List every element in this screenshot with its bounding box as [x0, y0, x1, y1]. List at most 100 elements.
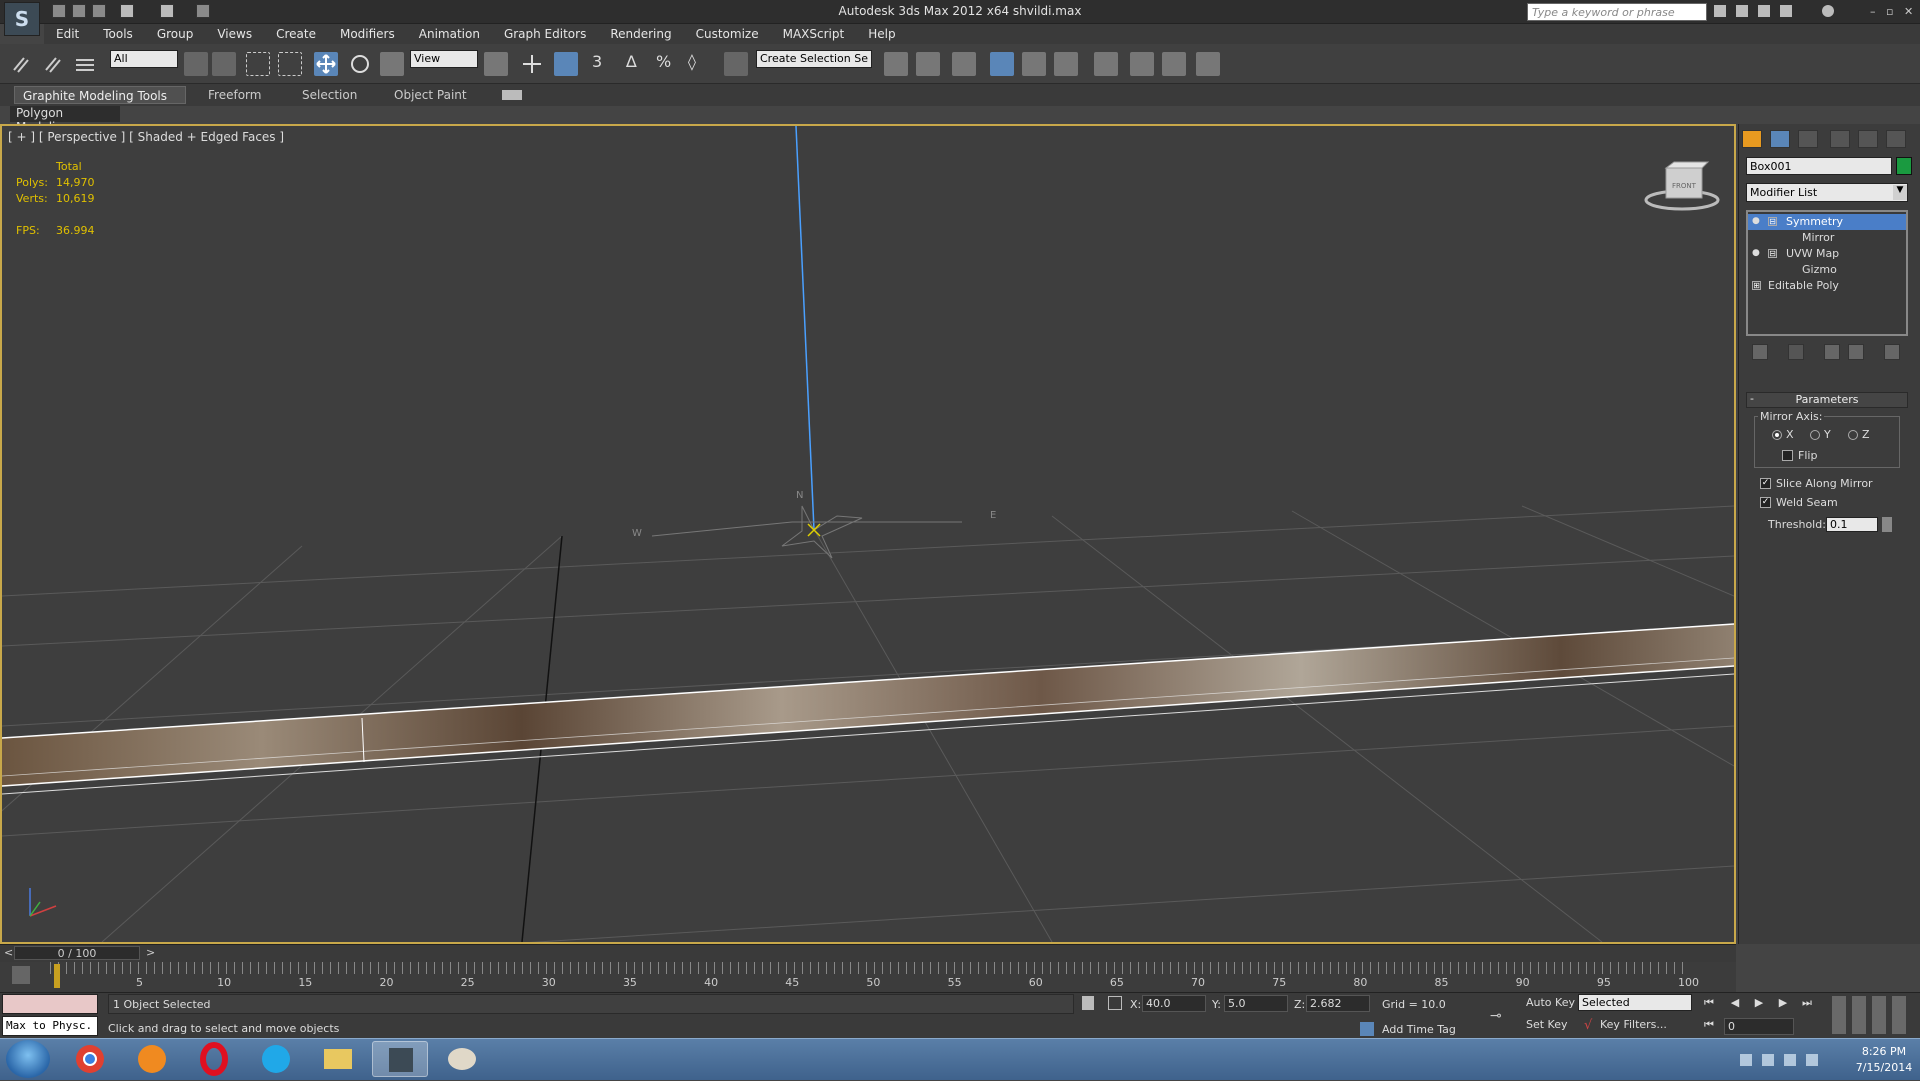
opera-taskbar-icon[interactable] [186, 1041, 242, 1077]
graphite-toggle-icon[interactable] [990, 52, 1014, 76]
firefox-taskbar-icon[interactable] [124, 1041, 180, 1077]
weld-seam-checkbox[interactable]: ✓ [1760, 497, 1771, 508]
axis-x-radio[interactable] [1772, 430, 1782, 440]
threshold-spinner[interactable]: 0.1 [1826, 517, 1878, 532]
display-tab-icon[interactable] [1858, 130, 1878, 148]
volume-icon[interactable] [1806, 1054, 1818, 1066]
taskbar-clock[interactable]: 8:26 PM 7/15/2014 [1854, 1044, 1914, 1076]
explorer-taskbar-icon[interactable] [310, 1041, 366, 1077]
render-setup-icon[interactable] [1130, 52, 1154, 76]
expand-icon[interactable]: ⊟ [1768, 217, 1777, 226]
menu-graph-editors[interactable]: Graph Editors [492, 27, 598, 41]
utilities-tab-icon[interactable] [1886, 130, 1906, 148]
expand-icon[interactable]: ⊟ [1768, 249, 1777, 258]
spinner-snap-icon[interactable]: ◊ [688, 52, 712, 76]
viewcube[interactable]: FRONT [1644, 161, 1720, 211]
layer-manager-icon[interactable] [952, 52, 976, 76]
auto-key-button[interactable]: Auto Key [1526, 996, 1576, 1014]
tab-graphite-modeling-tools[interactable]: Graphite Modeling Tools [14, 86, 186, 104]
object-color-swatch[interactable] [1896, 157, 1912, 175]
time-slider[interactable] [0, 944, 1736, 962]
next-frame-icon[interactable]: ▶ [1774, 996, 1792, 1012]
maxscript-mini-listener[interactable]: Max to Physc. [2, 1016, 98, 1036]
snaps-toggle-icon[interactable]: 3 [592, 52, 616, 76]
save-file-icon[interactable] [92, 4, 106, 18]
pin-stack-icon[interactable] [1752, 344, 1768, 360]
start-button[interactable] [6, 1040, 50, 1078]
mini-curve-editor-icon[interactable] [12, 966, 30, 984]
menu-help[interactable]: Help [856, 27, 907, 41]
menu-edit[interactable]: Edit [44, 27, 91, 41]
angle-snap-icon[interactable]: ∆ [626, 52, 650, 76]
previous-frame-icon[interactable]: ◀ [1726, 996, 1744, 1012]
menu-create[interactable]: Create [264, 27, 328, 41]
keyboard-shortcut-override-icon[interactable] [554, 52, 578, 76]
stack-item-editable-poly[interactable]: ⊞ Editable Poly [1748, 278, 1906, 294]
current-frame-marker[interactable] [54, 964, 60, 988]
help-search-input[interactable]: Type a keyword or phrase [1527, 3, 1707, 21]
skype-taskbar-icon[interactable] [248, 1041, 304, 1077]
add-time-tag-button[interactable]: Add Time Tag [1382, 1023, 1456, 1036]
manipulate-icon[interactable] [520, 52, 544, 76]
show-end-result-icon[interactable] [1788, 344, 1804, 360]
branch-object[interactable] [2, 623, 1734, 795]
slice-along-mirror-checkbox[interactable]: ✓ [1760, 478, 1771, 489]
configure-sets-icon[interactable] [1884, 344, 1900, 360]
create-tab-icon[interactable] [1742, 130, 1762, 148]
ribbon-options-icon[interactable] [502, 90, 522, 100]
key-selection-dropdown[interactable]: Selected [1578, 994, 1692, 1011]
curve-editor-icon[interactable] [1022, 52, 1046, 76]
object-name-field[interactable]: Box001 [1746, 157, 1892, 175]
motion-tab-icon[interactable] [1830, 130, 1850, 148]
expand-icon[interactable]: ⊞ [1752, 281, 1761, 290]
key-icon[interactable]: ⊸ [1490, 1008, 1514, 1024]
undo-icon[interactable] [120, 4, 134, 18]
lock-selection-icon[interactable] [1082, 996, 1094, 1010]
project-folder-icon[interactable] [196, 4, 210, 18]
new-file-icon[interactable] [52, 4, 66, 18]
rectangular-selection-icon[interactable] [246, 52, 270, 76]
viewport-label[interactable]: [ + ] [ Perspective ] [ Shaded + Edged F… [8, 130, 284, 144]
x-coord-field[interactable]: 40.0 [1142, 995, 1206, 1012]
minimize-button[interactable]: – [1870, 5, 1882, 18]
lightbulb-icon[interactable]: ● [1752, 248, 1762, 259]
menu-views[interactable]: Views [205, 27, 264, 41]
menu-maxscript[interactable]: MAXScript [771, 27, 857, 41]
perspective-viewport[interactable]: N W E FRONT [ + ] [ Perspective ] [ Shad… [0, 124, 1736, 944]
time-tag-icon[interactable] [1360, 1022, 1374, 1036]
stack-item-mirror[interactable]: Mirror [1748, 230, 1906, 246]
time-prev-button[interactable]: < [4, 946, 13, 959]
viewport-nav-controls[interactable] [1832, 996, 1912, 1034]
spinner-arrows-icon[interactable] [1882, 517, 1892, 532]
chevron-down-icon[interactable]: ▼ [1893, 185, 1907, 200]
tab-freeform[interactable]: Freeform [200, 86, 269, 104]
menu-animation[interactable]: Animation [407, 27, 492, 41]
go-to-end-icon[interactable]: ⏭ [1798, 996, 1816, 1012]
communication-center-icon[interactable] [1758, 5, 1770, 17]
z-coord-field[interactable]: 2.682 [1306, 995, 1370, 1012]
tab-selection[interactable]: Selection [294, 86, 365, 104]
app-logo-button[interactable]: S [4, 2, 40, 36]
close-button[interactable]: ✕ [1904, 5, 1916, 18]
network-icon[interactable] [1784, 1054, 1796, 1066]
stack-item-symmetry[interactable]: ● ⊟ Symmetry [1748, 214, 1906, 230]
make-unique-icon[interactable] [1824, 344, 1840, 360]
modify-tab-icon[interactable] [1770, 130, 1790, 148]
time-next-button[interactable]: > [146, 946, 155, 959]
subscription-center-icon[interactable] [1736, 5, 1748, 17]
chrome-taskbar-icon[interactable] [62, 1041, 118, 1077]
pivot-center-icon[interactable] [484, 52, 508, 76]
lightbulb-icon[interactable]: ● [1752, 216, 1762, 227]
menu-tools[interactable]: Tools [91, 27, 145, 41]
absolute-mode-icon[interactable] [1108, 996, 1122, 1010]
open-file-icon[interactable] [72, 4, 86, 18]
key-filters-button[interactable]: Key Filters... [1600, 1018, 1667, 1031]
binoculars-icon[interactable] [1714, 5, 1726, 17]
menu-rendering[interactable]: Rendering [598, 27, 683, 41]
go-to-start-icon[interactable]: ⏮ [1700, 996, 1718, 1012]
tab-object-paint[interactable]: Object Paint [386, 86, 475, 104]
modifier-list-dropdown[interactable]: Modifier List [1746, 183, 1908, 202]
flag-icon[interactable] [1762, 1054, 1774, 1066]
polygon-modeling-panel[interactable]: Polygon Modeling [10, 106, 120, 134]
maxscript-listener-pink[interactable] [2, 994, 98, 1014]
